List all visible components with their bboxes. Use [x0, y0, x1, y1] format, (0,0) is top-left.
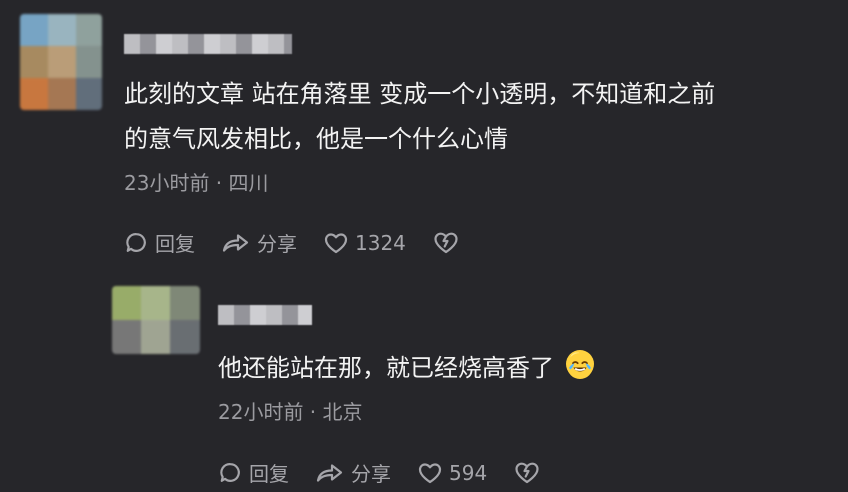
- comment-text-line-1: 此刻的文章 站在角落里 变成一个小透明，不知道和之前: [124, 80, 716, 108]
- avatar[interactable]: [20, 14, 102, 110]
- dislike-button[interactable]: [432, 230, 460, 255]
- reply-actions: 回复 分享 594: [218, 458, 541, 487]
- broken-heart-icon: [513, 460, 541, 485]
- comment-text-line-2: 的意气风发相比，他是一个什么心情: [124, 125, 508, 153]
- comment-meta: 23小时前 · 四川: [124, 171, 269, 195]
- like-button[interactable]: 1324: [323, 231, 406, 255]
- share-label: 分享: [257, 232, 297, 256]
- broken-heart-icon: [432, 230, 460, 255]
- speech-bubble-icon: [124, 230, 149, 255]
- like-count: 1324: [355, 230, 406, 255]
- reply-reply-button[interactable]: 回复: [218, 458, 289, 487]
- reply-share-label: 分享: [351, 462, 391, 486]
- heart-icon: [417, 461, 443, 485]
- share-arrow-icon: [221, 230, 251, 255]
- reply-text: 他还能站在那，就已经烧高香了: [218, 346, 594, 391]
- share-button[interactable]: 分享: [221, 228, 297, 257]
- reply-text-content: 他还能站在那，就已经烧高香了: [218, 354, 554, 382]
- reply-reply-label: 回复: [249, 462, 289, 486]
- reply-meta: 22小时前 · 北京: [218, 400, 363, 424]
- reply-avatar[interactable]: [112, 286, 200, 354]
- reply-like-count: 594: [449, 460, 488, 485]
- reply-label: 回复: [155, 232, 195, 256]
- reply-share-button[interactable]: 分享: [315, 458, 391, 487]
- username-obscured[interactable]: [124, 34, 292, 54]
- reply-username-obscured[interactable]: [218, 305, 312, 325]
- comment-actions: 回复 分享 1324: [124, 228, 460, 257]
- reply-like-button[interactable]: 594: [417, 461, 487, 485]
- reply-dislike-button[interactable]: [513, 460, 541, 485]
- comment-text: 此刻的文章 站在角落里 变成一个小透明，不知道和之前 的意气风发相比，他是一个什…: [124, 72, 828, 162]
- heart-icon: [323, 231, 349, 255]
- reply-button[interactable]: 回复: [124, 228, 195, 257]
- speech-bubble-icon: [218, 460, 243, 485]
- comment-thread: 此刻的文章 站在角落里 变成一个小透明，不知道和之前 的意气风发相比，他是一个什…: [0, 0, 848, 492]
- share-arrow-icon: [315, 460, 345, 485]
- crying-laughing-emoji-icon: [565, 350, 594, 379]
